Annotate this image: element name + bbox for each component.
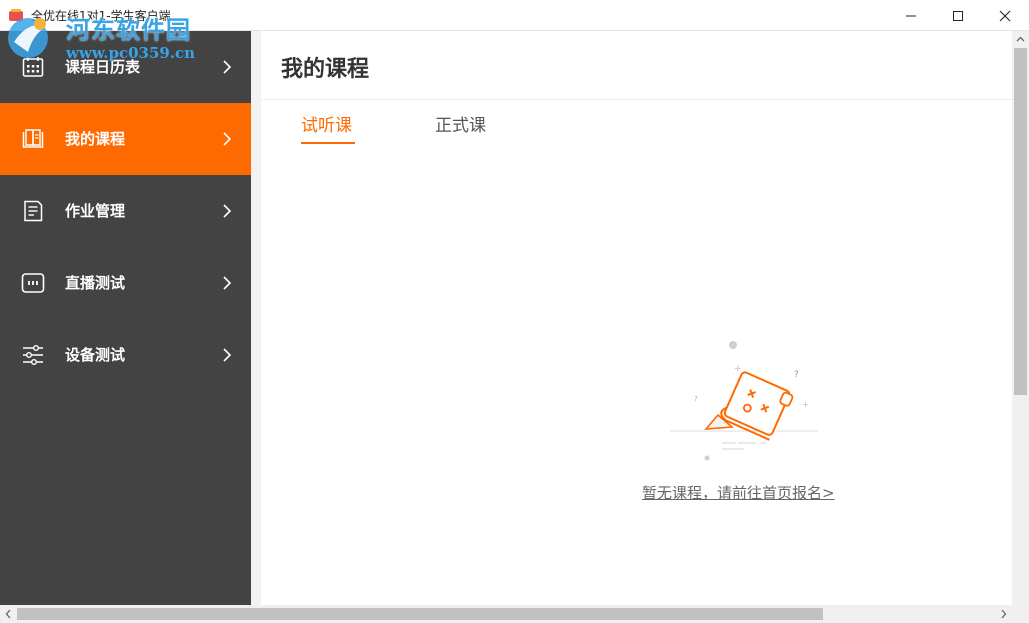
sidebar-item-calendar[interactable]: 课程日历表 [0, 31, 251, 103]
scrollbar-corner [1012, 605, 1029, 623]
maximize-icon [953, 10, 963, 21]
window-title: 全优在线1对1-学生客户端 [31, 9, 171, 23]
chevron-right-icon [223, 60, 232, 74]
close-button[interactable] [982, 0, 1028, 31]
sidebar-item-label: 设备测试 [65, 346, 126, 364]
empty-state-signup-link[interactable]: 暂无课程，请前往首页报名> [642, 482, 835, 503]
tab-formal-class[interactable]: 正式课 [435, 111, 486, 136]
sidebar-item-my-courses[interactable]: 我的课程 [0, 103, 251, 175]
sidebar: 课程日历表 我的课程 作业管理 直播测试 设备测试 [0, 31, 251, 605]
empty-box-illustration: ? ? + + [670, 341, 818, 461]
header-divider [261, 99, 1012, 100]
sidebar-item-live-test[interactable]: 直播测试 [0, 247, 251, 319]
horizontal-scrollbar[interactable] [0, 605, 1012, 623]
chevron-right-icon [223, 132, 232, 146]
sidebar-item-label: 我的课程 [65, 130, 126, 148]
vertical-scrollbar-thumb[interactable] [1014, 48, 1027, 395]
live-screen-icon [21, 273, 45, 293]
minimize-button[interactable] [888, 0, 934, 31]
horizontal-scrollbar-thumb[interactable] [17, 608, 823, 620]
app-icon [9, 9, 23, 21]
svg-text:?: ? [794, 370, 799, 380]
chevron-right-icon [223, 204, 232, 218]
maximize-button[interactable] [935, 0, 981, 31]
sidebar-item-homework[interactable]: 作业管理 [0, 175, 251, 247]
scroll-up-arrow-icon[interactable] [1012, 31, 1029, 48]
sidebar-item-device-test[interactable]: 设备测试 [0, 319, 251, 391]
close-icon [999, 10, 1011, 21]
chevron-right-icon [223, 276, 232, 290]
tab-trial-class[interactable]: 试听课 [301, 111, 352, 136]
vertical-scrollbar[interactable] [1012, 31, 1029, 605]
calendar-icon [22, 57, 44, 77]
sliders-icon [23, 345, 43, 366]
sidebar-item-label: 直播测试 [65, 274, 126, 292]
content-panel: 我的课程 试听课 正式课 ? ? + + 暂无课程，请前往首页报名> [261, 31, 1012, 605]
sidebar-item-label: 作业管理 [65, 202, 126, 220]
title-bar: 全优在线1对1-学生客户端 [0, 0, 1029, 31]
sidebar-item-label: 课程日历表 [65, 58, 141, 76]
document-icon [24, 200, 43, 222]
minimize-icon [906, 15, 916, 16]
scroll-right-arrow-icon[interactable] [995, 605, 1012, 623]
page-title: 我的课程 [281, 57, 370, 82]
main-area: 我的课程 试听课 正式课 ? ? + + 暂无课程，请前往首页报名> [251, 31, 1012, 605]
svg-text:+: + [734, 364, 742, 374]
book-icon [22, 129, 44, 148]
svg-text:?: ? [694, 395, 698, 403]
scroll-left-arrow-icon[interactable] [0, 605, 17, 623]
chevron-right-icon [223, 348, 232, 362]
svg-text:+: + [802, 400, 809, 409]
tab-active-indicator [301, 142, 355, 144]
